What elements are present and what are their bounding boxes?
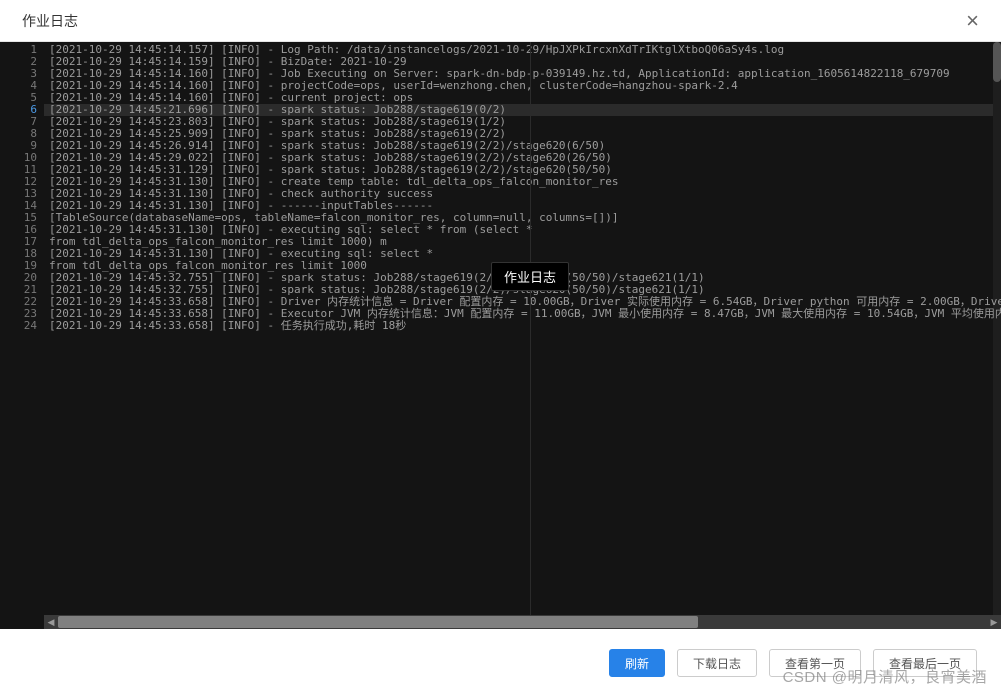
refresh-button[interactable]: 刷新 [609,649,665,677]
horizontal-scrollbar-thumb[interactable] [58,616,698,628]
line-gutter: 123456789101112131415161718192021222324 [0,42,44,615]
close-icon[interactable]: × [966,8,979,34]
first-page-button[interactable]: 查看第一页 [769,649,861,677]
dialog-header: 作业日志 × [0,0,1001,42]
log-content[interactable]: [2021-10-29 14:45:14.157] [INFO] - Log P… [44,42,1001,615]
horizontal-scrollbar: ◀ ▶ [0,615,1001,629]
scroll-left-icon[interactable]: ◀ [44,615,58,629]
log-viewer: 123456789101112131415161718192021222324 … [0,42,1001,615]
log-line: [2021-10-29 14:45:33.658] [INFO] - 任务执行成… [49,320,1001,332]
download-log-button[interactable]: 下载日志 [677,649,757,677]
dialog-title: 作业日志 [22,11,78,31]
scroll-right-icon[interactable]: ▶ [987,615,1001,629]
tooltip: 作业日志 [491,262,569,291]
dialog-footer: 刷新 下载日志 查看第一页 查看最后一页 [0,629,1001,697]
last-page-button[interactable]: 查看最后一页 [873,649,977,677]
line-number: 24 [0,320,37,332]
hscroll-gutter-cap [0,615,44,629]
editor-ruler [530,42,531,615]
